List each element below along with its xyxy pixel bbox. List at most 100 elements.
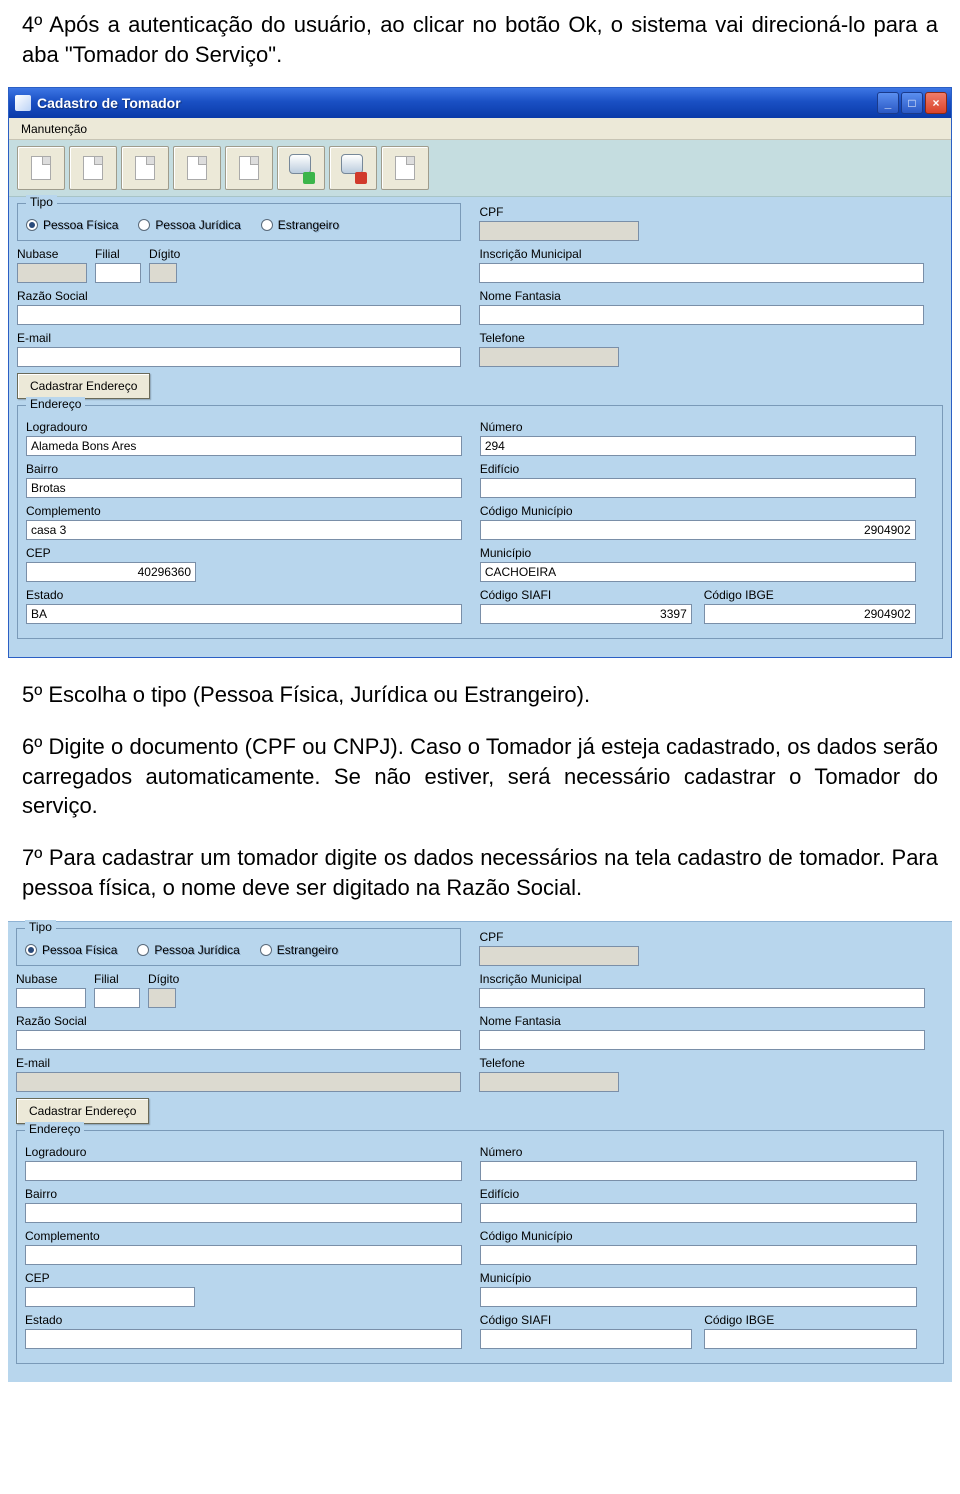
numero-input[interactable] xyxy=(480,436,916,456)
telefone-input[interactable] xyxy=(479,347,619,367)
complemento-label-2: Complemento xyxy=(25,1229,462,1243)
cod-ibge-input[interactable] xyxy=(704,604,916,624)
fantasia-input-2[interactable] xyxy=(479,1030,924,1050)
municipio-label-2: Município xyxy=(480,1271,917,1285)
radio-pessoa-fisica[interactable]: Pessoa Física xyxy=(26,218,118,232)
minimize-button[interactable]: _ xyxy=(877,92,899,114)
complemento-label: Complemento xyxy=(26,504,462,518)
cep-input-2[interactable] xyxy=(25,1287,195,1307)
cep-input[interactable] xyxy=(26,562,196,582)
cep-label-2: CEP xyxy=(25,1271,462,1285)
cadastrar-endereco-button-2[interactable]: Cadastrar Endereço xyxy=(16,1098,149,1124)
edificio-label-2: Edifício xyxy=(480,1187,917,1201)
edificio-input[interactable] xyxy=(480,478,916,498)
telefone-label: Telefone xyxy=(479,331,923,345)
numero-label: Número xyxy=(480,420,916,434)
telefone-label-2: Telefone xyxy=(479,1056,924,1070)
endereco-group-2: Endereço Logradouro Número Bairro Edifíc… xyxy=(16,1130,944,1364)
razao-input-2[interactable] xyxy=(16,1030,461,1050)
filial-label: Filial xyxy=(95,247,141,261)
logradouro-input-2[interactable] xyxy=(25,1161,462,1181)
toolbar-btn-3[interactable] xyxy=(121,146,169,190)
logradouro-label: Logradouro xyxy=(26,420,462,434)
email-input-2[interactable] xyxy=(16,1072,461,1092)
close-button[interactable]: × xyxy=(925,92,947,114)
window-cadastro-tomador: Cadastro de Tomador _ □ × Manutenção Tip… xyxy=(8,87,952,658)
digito-input[interactable] xyxy=(149,263,177,283)
cpf-input[interactable] xyxy=(479,221,639,241)
toolbar-btn-4[interactable] xyxy=(173,146,221,190)
filial-input[interactable] xyxy=(95,263,141,283)
complemento-input-2[interactable] xyxy=(25,1245,462,1265)
toolbar xyxy=(9,140,951,197)
digito-input-2[interactable] xyxy=(148,988,176,1008)
cadastrar-endereco-button[interactable]: Cadastrar Endereço xyxy=(17,373,150,399)
toolbar-btn-5[interactable] xyxy=(225,146,273,190)
edificio-input-2[interactable] xyxy=(480,1203,917,1223)
form-area: Tipo Pessoa Física Pessoa Jurídica Estra… xyxy=(9,197,951,657)
radio-estrangeiro-2[interactable]: Estrangeiro xyxy=(260,943,338,957)
toolbar-db-add-icon[interactable] xyxy=(277,146,325,190)
radio-estrangeiro[interactable]: Estrangeiro xyxy=(261,218,339,232)
cod-siafi-input-2[interactable] xyxy=(480,1329,692,1349)
telefone-input-2[interactable] xyxy=(479,1072,619,1092)
filial-input-2[interactable] xyxy=(94,988,140,1008)
email-input[interactable] xyxy=(17,347,461,367)
bairro-label: Bairro xyxy=(26,462,462,476)
logradouro-input[interactable] xyxy=(26,436,462,456)
cpf-input-2[interactable] xyxy=(479,946,639,966)
razao-input[interactable] xyxy=(17,305,461,325)
nubase-input-2[interactable] xyxy=(16,988,86,1008)
fantasia-label: Nome Fantasia xyxy=(479,289,923,303)
tipo-group: Tipo Pessoa Física Pessoa Jurídica Estra… xyxy=(17,203,461,241)
razao-label-2: Razão Social xyxy=(16,1014,461,1028)
inscricao-input[interactable] xyxy=(479,263,923,283)
toolbar-btn-2[interactable] xyxy=(69,146,117,190)
form-fragment-2: Tipo Pessoa Física Pessoa Jurídica Estra… xyxy=(8,921,952,1382)
tipo-group-title-2: Tipo xyxy=(25,920,56,934)
logradouro-label-2: Logradouro xyxy=(25,1145,462,1159)
municipio-input[interactable] xyxy=(480,562,916,582)
email-label-2: E-mail xyxy=(16,1056,461,1070)
toolbar-db-delete-icon[interactable] xyxy=(329,146,377,190)
toolbar-btn-8[interactable] xyxy=(381,146,429,190)
titlebar: Cadastro de Tomador _ □ × xyxy=(9,88,951,118)
bairro-input-2[interactable] xyxy=(25,1203,462,1223)
cod-ibge-input-2[interactable] xyxy=(704,1329,916,1349)
cod-municipio-input-2[interactable] xyxy=(480,1245,917,1265)
nubase-label: Nubase xyxy=(17,247,87,261)
menubar: Manutenção xyxy=(9,118,951,140)
estado-label: Estado xyxy=(26,588,462,602)
radio-estr-label-2: Estrangeiro xyxy=(277,943,338,957)
municipio-input-2[interactable] xyxy=(480,1287,917,1307)
nubase-label-2: Nubase xyxy=(16,972,86,986)
inscricao-label-2: Inscrição Municipal xyxy=(479,972,924,986)
maximize-button[interactable]: □ xyxy=(901,92,923,114)
radio-pj-label-2: Pessoa Jurídica xyxy=(154,943,239,957)
complemento-input[interactable] xyxy=(26,520,462,540)
razao-label: Razão Social xyxy=(17,289,461,303)
radio-pessoa-fisica-2[interactable]: Pessoa Física xyxy=(25,943,117,957)
estado-input-2[interactable] xyxy=(25,1329,462,1349)
radio-pessoa-juridica-2[interactable]: Pessoa Jurídica xyxy=(137,943,239,957)
radio-pf-label-2: Pessoa Física xyxy=(42,943,117,957)
filial-label-2: Filial xyxy=(94,972,140,986)
numero-input-2[interactable] xyxy=(480,1161,917,1181)
window-title: Cadastro de Tomador xyxy=(37,95,181,111)
radio-pj-label: Pessoa Jurídica xyxy=(155,218,240,232)
cod-ibge-label: Código IBGE xyxy=(704,588,916,602)
email-label: E-mail xyxy=(17,331,461,345)
nubase-input[interactable] xyxy=(17,263,87,283)
estado-label-2: Estado xyxy=(25,1313,462,1327)
fantasia-input[interactable] xyxy=(479,305,923,325)
toolbar-new-icon[interactable] xyxy=(17,146,65,190)
cod-siafi-input[interactable] xyxy=(480,604,692,624)
inscricao-input-2[interactable] xyxy=(479,988,924,1008)
radio-pessoa-juridica[interactable]: Pessoa Jurídica xyxy=(138,218,240,232)
menu-manutencao[interactable]: Manutenção xyxy=(15,120,93,138)
radio-estr-label: Estrangeiro xyxy=(278,218,339,232)
cod-municipio-input[interactable] xyxy=(480,520,916,540)
bairro-input[interactable] xyxy=(26,478,462,498)
estado-input[interactable] xyxy=(26,604,462,624)
edificio-label: Edifício xyxy=(480,462,916,476)
